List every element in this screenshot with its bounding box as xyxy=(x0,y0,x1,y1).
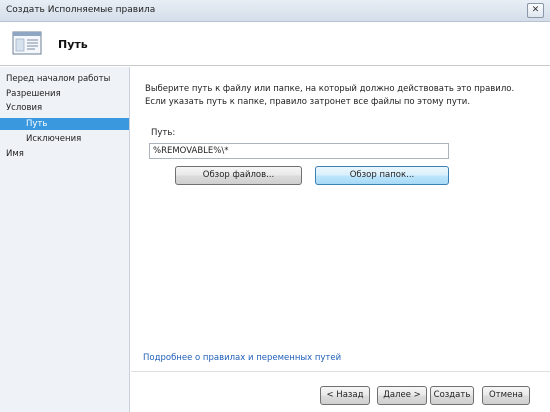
wizard-header: Путь xyxy=(0,23,550,66)
sidebar-item-permissions[interactable]: Разрешения xyxy=(0,88,129,100)
path-label: Путь: xyxy=(151,128,176,138)
wizard-steps-sidebar: Перед началом работы Разрешения Условия … xyxy=(0,67,130,412)
create-button[interactable]: Создать xyxy=(430,386,474,405)
footer-divider xyxy=(131,371,550,372)
sidebar-item-name[interactable]: Имя xyxy=(0,148,129,160)
sidebar-item-conditions[interactable]: Условия xyxy=(0,102,129,114)
help-link[interactable]: Подробнее о правилах и переменных путей xyxy=(143,353,341,363)
sidebar-item-exceptions[interactable]: Исключения xyxy=(0,133,129,145)
browse-files-button[interactable]: Обзор файлов... xyxy=(175,166,302,185)
wizard-content: Выберите путь к файлу или папке, на кото… xyxy=(131,67,550,412)
close-icon: ✕ xyxy=(531,5,540,15)
step-description: Выберите путь к файлу или папке, на кото… xyxy=(145,84,515,107)
path-input[interactable] xyxy=(149,143,449,159)
page-title: Путь xyxy=(58,38,88,51)
back-button[interactable]: < Назад xyxy=(320,386,370,405)
browse-folders-button[interactable]: Обзор папок... xyxy=(315,166,449,185)
title-bar: Создать Исполняемые правила ✕ xyxy=(0,0,550,22)
next-button[interactable]: Далее > xyxy=(377,386,427,405)
close-button[interactable]: ✕ xyxy=(527,3,544,18)
rule-page-icon xyxy=(12,31,42,55)
window-title: Создать Исполняемые правила xyxy=(6,5,156,15)
sidebar-item-path[interactable]: Путь xyxy=(0,118,129,130)
cancel-button[interactable]: Отмена xyxy=(482,386,530,405)
sidebar-item-before-you-begin[interactable]: Перед началом работы xyxy=(0,73,129,85)
